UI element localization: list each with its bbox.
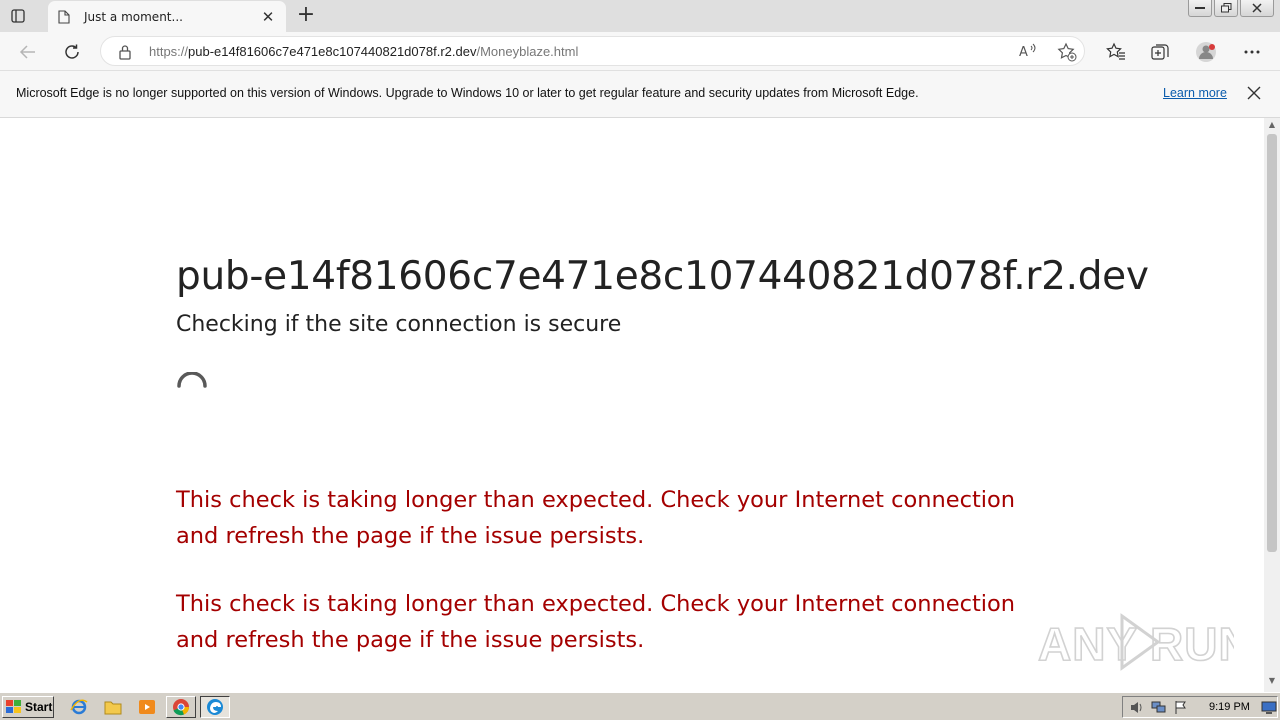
close-icon[interactable] [1247,85,1263,101]
page-content: pub-e14f81606c7e471e8c107440821d078f.r2.… [0,118,1264,692]
volume-icon[interactable] [1129,700,1145,715]
browser-tab[interactable]: Just a moment... ✕ [48,1,286,32]
media-player-icon[interactable] [138,698,156,716]
address-bar[interactable]: https://pub-e14f81606c7e471e8c107440821d… [100,36,1085,66]
unsupported-os-infobar: Microsoft Edge is no longer supported on… [0,71,1280,118]
taskbar: Start 9:19 PM [0,692,1280,720]
svg-text:RUN: RUN [1150,618,1234,670]
read-aloud-icon[interactable]: A [1019,43,1037,63]
vertical-scrollbar[interactable]: ▲ ▼ [1264,118,1280,692]
close-icon[interactable]: ✕ [260,8,276,26]
network-icon[interactable] [1151,700,1167,715]
new-tab-icon[interactable]: + [296,4,316,28]
explorer-icon[interactable] [104,698,122,716]
system-tray: 9:19 PM [1122,696,1278,718]
timeout-warning: This check is taking longer than expecte… [176,591,1016,653]
close-window-button[interactable] [1240,0,1274,17]
page-icon [58,9,72,24]
profile-icon[interactable] [1195,41,1217,63]
more-icon[interactable] [1241,41,1263,63]
minimize-button[interactable] [1188,0,1212,17]
tab-title: Just a moment... [84,9,183,24]
url-scheme: https:// [149,44,189,59]
url-path: /Moneyblaze.html [476,44,579,59]
lock-icon[interactable] [118,44,132,60]
scroll-down-icon[interactable]: ▼ [1264,676,1280,688]
spinner-icon [176,371,208,404]
refresh-icon[interactable] [60,40,84,64]
svg-text:A: A [1019,45,1028,59]
ie-icon[interactable] [70,698,88,716]
flag-icon[interactable] [1173,700,1189,715]
timeout-warning: This check is taking longer than expecte… [176,487,1016,549]
chrome-icon [173,699,190,716]
window-controls [1188,0,1274,17]
add-favorite-icon[interactable] [1057,42,1077,62]
infobar-message: Microsoft Edge is no longer supported on… [16,86,919,100]
learn-more-link[interactable]: Learn more [1163,86,1227,100]
scroll-thumb[interactable] [1267,134,1277,552]
scroll-up-icon[interactable]: ▲ [1264,120,1280,132]
restore-button[interactable] [1214,0,1238,17]
watermark-logo: ANY RUN [1037,610,1252,685]
start-label: Start [25,700,53,714]
url-text: https://pub-e14f81606c7e471e8c107440821d… [149,44,578,59]
favorites-icon[interactable] [1105,41,1127,63]
desktop-icon[interactable] [1261,700,1277,715]
start-button[interactable]: Start [2,696,54,718]
tab-strip: Just a moment... ✕ + [0,0,1280,32]
collections-icon[interactable] [1149,41,1171,63]
edge-icon [207,699,223,715]
tab-actions-icon[interactable] [8,6,28,26]
url-host: pub-e14f81606c7e471e8c107440821d078f.r2.… [188,44,477,59]
edge-taskbar-button[interactable] [200,696,230,718]
page-title: pub-e14f81606c7e471e8c107440821d078f.r2.… [176,254,1149,299]
clock[interactable]: 9:19 PM [1209,701,1250,713]
page-subtitle: Checking if the site connection is secur… [176,312,622,337]
back-icon[interactable] [16,40,40,64]
toolbar: https://pub-e14f81606c7e471e8c107440821d… [0,32,1280,71]
chrome-taskbar-button[interactable] [166,696,196,718]
